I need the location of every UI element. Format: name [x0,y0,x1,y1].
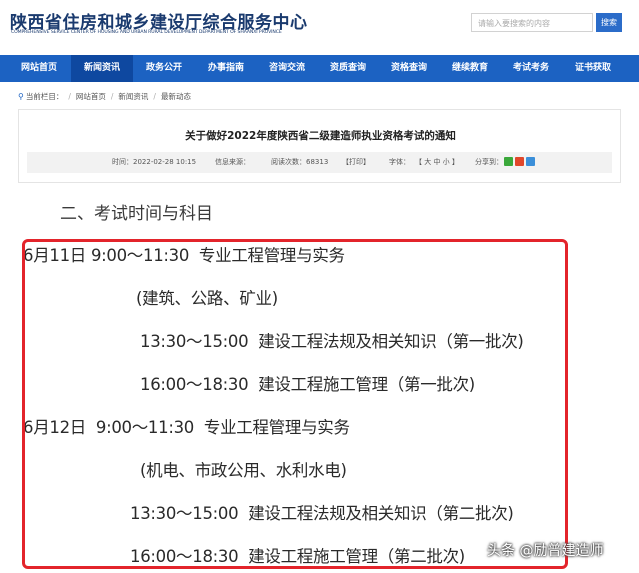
weibo-share-icon[interactable] [515,157,524,166]
nav-item-gov-affairs[interactable]: 政务公开 [135,55,193,82]
nav-item-news[interactable]: 新闻资讯 [71,55,133,82]
site-header: 陕西省住房和城乡建设厅综合服务中心 COMPREHENSIVE SERVICE … [0,0,639,56]
article-views: 阅读次数：68313 [271,158,329,166]
search-button[interactable]: 搜索 [596,13,622,32]
article-panel: 关于做好2022年度陕西省二级建造师执业资格考试的通知 时间：2022-02-2… [18,109,621,183]
content-screenshot: 二、考试时间与科目 6月11日 9:00～11:30 专业工程管理与实务 (建筑… [0,183,639,573]
breadcrumb-item-news[interactable]: 新闻资讯 [118,92,148,101]
nav-item-cert-obtain[interactable]: 证书获取 [564,55,622,82]
breadcrumb-item-home[interactable]: 网站首页 [76,92,106,101]
site-logo-subtitle: COMPREHENSIVE SERVICE CENTER OF HOUSING … [11,30,282,35]
wechat-share-icon[interactable] [504,157,513,166]
nav-item-education[interactable]: 继续教育 [441,55,499,82]
article-meta-bar: 时间：2022-02-28 10:15 信息来源： 阅读次数：68313 【打印… [27,152,612,173]
watermark: 头条 @励普建造师 [487,543,604,559]
highlight-box [22,239,568,569]
nav-item-exam[interactable]: 考试考务 [502,55,560,82]
breadcrumb-item-latest[interactable]: 最新动态 [161,92,191,101]
breadcrumb-separator: / [153,92,156,101]
main-nav: 网站首页 新闻资讯 政务公开 办事指南 咨询交流 资质查询 资格查询 继续教育 … [0,55,639,82]
share-label: 分享到： [475,158,503,166]
article-source: 信息来源： [215,158,250,166]
breadcrumb-separator: / [110,92,114,101]
breadcrumb: ⚲ 当前栏目： / 网站首页 / 新闻资讯 / 最新动态 [18,91,191,102]
nav-item-home[interactable]: 网站首页 [9,55,69,82]
article-time: 时间：2022-02-28 10:15 [112,158,197,166]
font-size-switcher[interactable]: 【 大 中 小 】 [415,152,459,173]
font-size-label: 字体： [389,158,410,166]
nav-item-certificate-query[interactable]: 资格查询 [380,55,438,82]
nav-item-qualification[interactable]: 资质查询 [319,55,377,82]
more-share-icon[interactable] [526,157,535,166]
print-link[interactable]: 【打印】 [342,152,370,173]
nav-item-guide[interactable]: 办事指南 [197,55,255,82]
article-title: 关于做好2022年度陕西省二级建造师执业资格考试的通知 [185,130,456,142]
breadcrumb-prefix: 当前栏目： [25,92,64,101]
location-pin-icon: ⚲ [18,92,24,101]
nav-item-consult[interactable]: 咨询交流 [258,55,316,82]
breadcrumb-separator: / [68,92,71,101]
search-input[interactable]: 请输入要搜索的内容 [471,13,593,32]
section-title: 二、考试时间与科目 [60,204,213,224]
